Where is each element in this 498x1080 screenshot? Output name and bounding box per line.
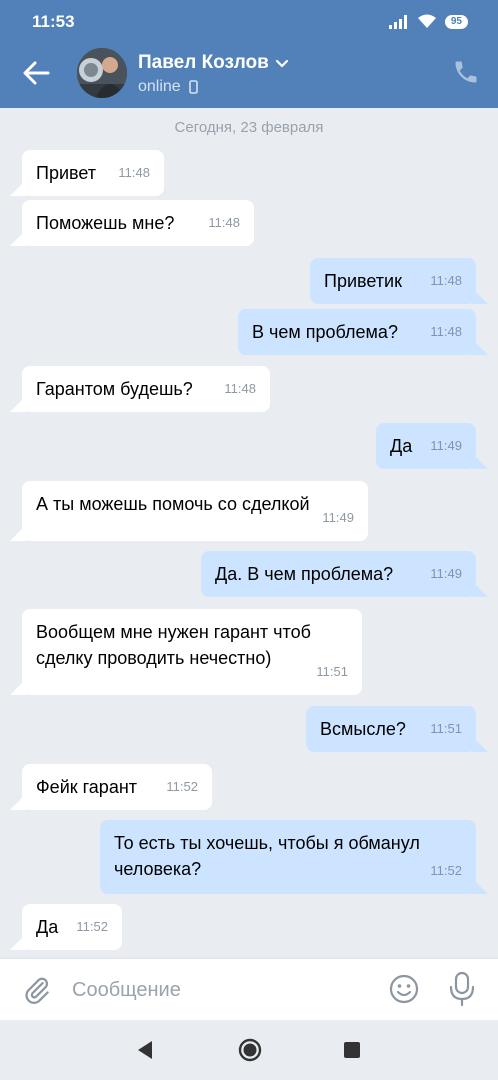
message-text: Вообщем мне нужен гарант чтоб сделку про… [36, 622, 311, 668]
message-text: Фейк гарант [36, 777, 138, 797]
avatar[interactable] [77, 48, 127, 98]
message-outgoing[interactable]: Да 11:49 [376, 423, 476, 469]
message-time: 11:49 [430, 566, 462, 581]
message-list[interactable]: Сегодня, 23 февраля Привет 11:48 Поможеш… [0, 108, 498, 958]
message-time: 11:48 [430, 324, 462, 339]
online-status: online [138, 78, 181, 95]
paperclip-icon[interactable] [22, 975, 52, 1005]
smiley-icon[interactable] [388, 973, 420, 1005]
message-text: Всмысле? [320, 719, 406, 739]
status-time: 11:53 [32, 12, 75, 31]
message-time: 11:48 [224, 381, 256, 396]
message-time: 11:48 [118, 165, 150, 180]
message-outgoing[interactable]: То есть ты хочешь, чтобы я обманул челов… [100, 820, 476, 894]
message-time: 11:48 [208, 215, 240, 230]
message-text: Гарантом будешь? [36, 379, 193, 399]
status-icons: 95 [388, 14, 468, 29]
message-outgoing[interactable]: Да. В чем проблема? 11:49 [201, 551, 476, 597]
message-incoming[interactable]: Привет 11:48 [22, 150, 164, 196]
contact-status: online [138, 78, 198, 96]
message-time: 11:49 [430, 438, 462, 453]
contact-name: Павел Козлов [138, 52, 269, 73]
message-input[interactable] [72, 971, 362, 1009]
message-time: 11:52 [430, 863, 462, 878]
chat-header: 11:53 95 Павел Козлов online [0, 0, 498, 108]
mobile-device-icon [188, 80, 198, 94]
message-time: 11:48 [430, 273, 462, 288]
nav-recents-icon[interactable] [344, 1042, 360, 1058]
system-navigation-bar [0, 1020, 498, 1080]
status-bar: 11:53 95 [0, 0, 498, 44]
chevron-down-icon [275, 59, 288, 68]
message-text: А ты можешь помочь со сделкой [36, 494, 310, 514]
nav-home-icon[interactable] [238, 1038, 262, 1062]
battery-icon: 95 [444, 14, 468, 29]
signal-icon [388, 14, 407, 29]
message-time: 11:52 [166, 779, 198, 794]
message-time: 11:51 [316, 664, 348, 679]
arrow-left-icon[interactable] [20, 58, 52, 88]
contact-name-button[interactable]: Павел Козлов [138, 52, 289, 74]
nav-back-icon[interactable] [136, 1040, 154, 1060]
message-incoming[interactable]: Да 11:52 [22, 904, 122, 950]
phone-icon[interactable] [452, 58, 480, 86]
message-incoming[interactable]: А ты можешь помочь со сделкой 11:49 [22, 481, 368, 541]
message-incoming[interactable]: Гарантом будешь? 11:48 [22, 366, 270, 412]
message-text: Поможешь мне? [36, 213, 175, 233]
message-incoming[interactable]: Поможешь мне? 11:48 [22, 200, 254, 246]
date-separator: Сегодня, 23 февраля [174, 119, 324, 136]
message-text: То есть ты хочешь, чтобы я обманул челов… [114, 833, 420, 879]
message-outgoing[interactable]: Всмысле? 11:51 [306, 706, 476, 752]
message-time: 11:52 [76, 919, 108, 934]
microphone-icon[interactable] [448, 971, 476, 1007]
wifi-icon [417, 14, 436, 28]
message-time: 11:49 [322, 510, 354, 525]
message-text: Да [390, 436, 413, 456]
message-text: Да [36, 917, 59, 937]
message-incoming[interactable]: Вообщем мне нужен гарант чтоб сделку про… [22, 609, 362, 695]
message-text: Да. В чем проблема? [215, 564, 394, 584]
message-time: 11:51 [430, 721, 462, 736]
message-text: В чем проблема? [252, 322, 398, 342]
message-outgoing[interactable]: В чем проблема? 11:48 [238, 309, 476, 355]
message-outgoing[interactable]: Приветик 11:48 [310, 258, 476, 304]
composer-bar [0, 958, 498, 1020]
message-text: Приветик [324, 271, 402, 291]
message-text: Привет [36, 163, 97, 183]
message-incoming[interactable]: Фейк гарант 11:52 [22, 764, 212, 810]
